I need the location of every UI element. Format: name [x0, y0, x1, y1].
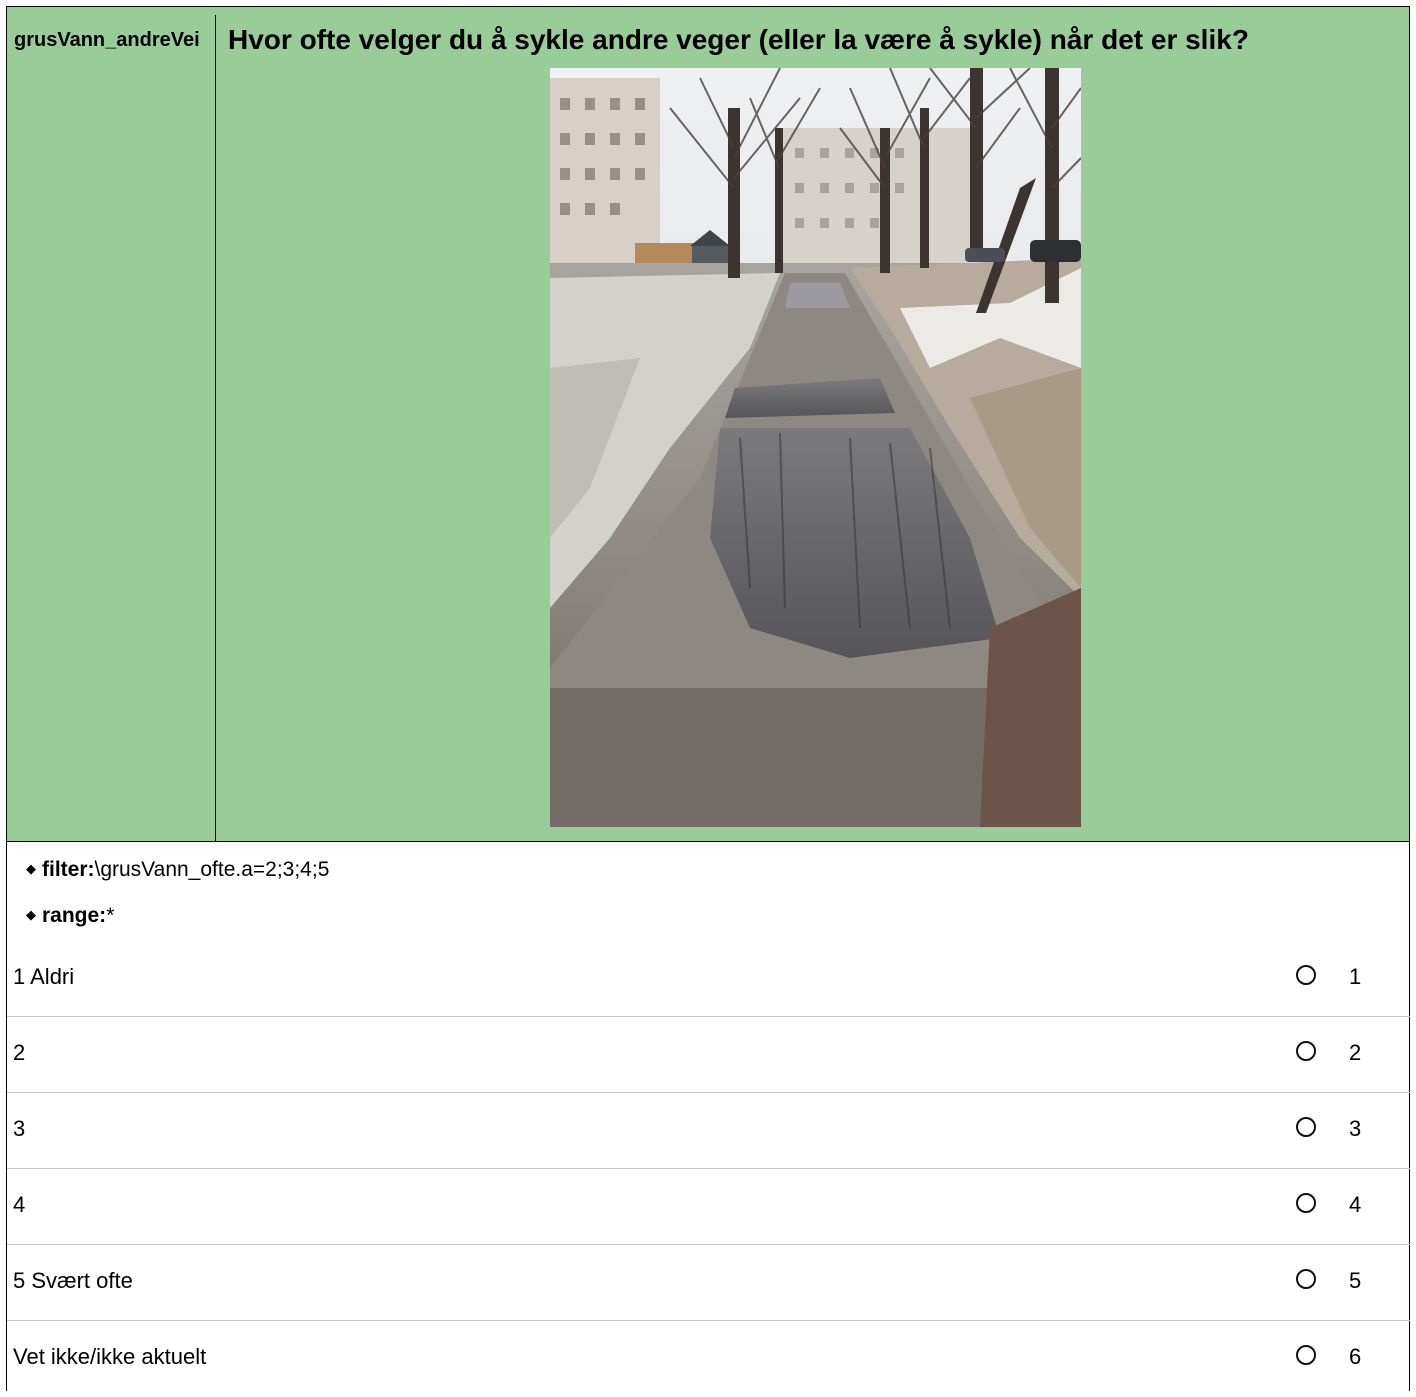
filter-line: ◆ filter:\grusVann_ofte.a=2;3;4;5	[26, 858, 329, 882]
option-label: 4	[13, 1192, 26, 1217]
variable-name: grusVann_andreVei	[14, 29, 200, 51]
filter-value: \grusVann_ofte.a=2;3;4;5	[94, 858, 330, 881]
radio-button[interactable]	[1296, 1117, 1316, 1137]
option-code: 1	[1349, 964, 1362, 989]
option-label: 5 Svært ofte	[13, 1268, 133, 1293]
radio-button[interactable]	[1296, 1041, 1316, 1061]
range-value: *	[106, 904, 115, 927]
option-label: Vet ikke/ikke aktuelt	[13, 1344, 207, 1369]
range-line: ◆ range:*	[26, 904, 114, 928]
filter-label: filter:	[42, 858, 95, 881]
option-row[interactable]: 3 3	[7, 1093, 1410, 1169]
header-divider	[215, 15, 216, 842]
option-row[interactable]: Vet ikke/ikke aktuelt 6	[7, 1321, 1410, 1397]
option-label: 2	[13, 1040, 26, 1065]
question-photo	[550, 68, 1081, 827]
radio-button[interactable]	[1296, 1345, 1316, 1365]
muddy-path-photo	[550, 68, 1081, 827]
option-code: 4	[1349, 1192, 1362, 1217]
option-code: 3	[1349, 1116, 1362, 1141]
option-label: 1 Aldri	[13, 964, 75, 989]
option-row[interactable]: 1 Aldri 1	[7, 941, 1410, 1017]
range-label: range:	[42, 904, 107, 927]
option-label: 3	[13, 1116, 26, 1141]
radio-button[interactable]	[1296, 1269, 1316, 1289]
option-row[interactable]: 4 4	[7, 1169, 1410, 1245]
option-row[interactable]: 2 2	[7, 1017, 1410, 1093]
question-text: Hvor ofte velger du å sykle andre veger …	[228, 24, 1249, 55]
option-code: 6	[1349, 1344, 1362, 1369]
option-code: 5	[1349, 1268, 1362, 1293]
option-row[interactable]: 5 Svært ofte 5	[7, 1245, 1410, 1321]
option-code: 2	[1349, 1040, 1362, 1065]
bullet-icon: ◆	[26, 861, 36, 876]
bullet-icon: ◆	[26, 907, 36, 922]
radio-button[interactable]	[1296, 965, 1316, 985]
question-header: grusVann_andreVei Hvor ofte velger du å …	[6, 6, 1410, 842]
radio-button[interactable]	[1296, 1193, 1316, 1213]
